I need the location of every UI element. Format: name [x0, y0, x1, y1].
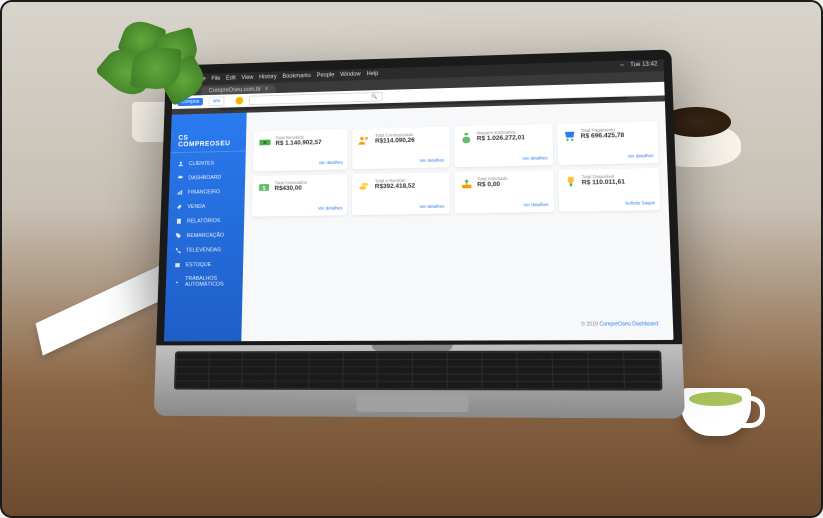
sidebar-item-remarcacao[interactable]: REMARCAÇÃO: [167, 228, 244, 244]
card-total-associados: $ Total Associados R$430,00 Ver detalhes: [252, 174, 348, 216]
sidebar-item-label: TRABALHOS AUTOMÁTICOS: [185, 276, 235, 288]
decorative-plant: [92, 12, 242, 152]
card-value: R$ 1.026.272,01: [477, 134, 525, 142]
gear-icon: [173, 279, 180, 286]
phone-icon: [175, 247, 182, 254]
sidebar-item-financeiro[interactable]: FINANCEIRO: [169, 184, 245, 200]
sidebar-item-dashboard[interactable]: DASHBOARD: [169, 170, 245, 186]
card-details-link[interactable]: Ver detalhes: [257, 205, 343, 211]
sidebar-item-relatorios[interactable]: RELATÓRIOS: [168, 213, 245, 229]
menubar-item[interactable]: View: [241, 75, 253, 81]
card-details-link[interactable]: Ver detalhes: [563, 153, 654, 160]
chart-icon: [176, 189, 183, 196]
moneybag-icon: [459, 131, 473, 145]
sidebar-item-label: REMARCAÇÃO: [186, 232, 224, 238]
search-icon: 🔍: [371, 93, 377, 99]
footer-copyright: © 2019: [581, 321, 598, 327]
card-total-pagamento: Total Pagamento R$ 696.425,78 Ver detalh…: [557, 121, 659, 165]
sidebar-item-label: DASHBOARD: [188, 174, 221, 180]
search-input[interactable]: 🔍: [248, 91, 382, 104]
sidebar-item-label: ESTOQUE: [185, 262, 211, 268]
sidebar-item-clientes[interactable]: CLIENTES: [170, 155, 246, 171]
card-details-link[interactable]: Ver detalhes: [459, 202, 548, 208]
coffee-cup: [681, 388, 751, 436]
card-total-disponivel: Total Disponível R$ 110.011,61 Solicite …: [558, 168, 660, 212]
sidebar-item-label: TELEVENDAS: [186, 247, 221, 253]
dashboard-grid: Total Recebido R$ 1.140.902,57 Ver detal…: [252, 121, 661, 216]
menubar-item[interactable]: Help: [366, 71, 378, 77]
main-content: Total Recebido R$ 1.140.902,57 Ver detal…: [241, 101, 673, 341]
box-icon: [174, 261, 181, 268]
laptop-base: [154, 344, 685, 418]
trophy-icon: [563, 175, 578, 189]
hammer-icon: [176, 203, 183, 210]
menubar-item[interactable]: Window: [340, 72, 361, 78]
menubar-item[interactable]: People: [317, 73, 335, 79]
sidebar-item-trabalhos[interactable]: TRABALHOS AUTOMÁTICOS: [166, 272, 243, 292]
money-icon: [258, 136, 272, 150]
cart-icon: [562, 128, 577, 142]
card-value: R$430,00: [275, 185, 307, 192]
sidebar-item-label: FINANCEIRO: [188, 189, 220, 195]
card-value: R$ 0,00: [477, 181, 508, 188]
sidebar-item-label: CLIENTES: [189, 160, 215, 166]
card-details-link[interactable]: Ver detalhes: [357, 204, 444, 210]
menubar-item[interactable]: History: [259, 74, 277, 80]
people-icon: [357, 133, 371, 147]
sidebar-item-label: VENDA: [187, 203, 205, 209]
card-request-link[interactable]: Solicite Saque: [564, 200, 655, 207]
app-footer: © 2019 CompreOseu Dashboard: [249, 317, 664, 333]
dollar-icon: $: [257, 181, 271, 195]
card-total-a-receber: Total a Receber R$392.418,52 Ver detalhe…: [352, 172, 449, 215]
card-value: R$ 110.011,61: [582, 179, 625, 187]
card-details-link[interactable]: Ver detalhes: [258, 160, 343, 167]
wifi-icon[interactable]: ⌔: [619, 63, 625, 71]
close-tab-icon[interactable]: ×: [265, 87, 268, 93]
card-details-link[interactable]: Ver detalhes: [357, 158, 444, 165]
clock[interactable]: Tue 13:42: [630, 62, 658, 71]
document-icon: [176, 218, 183, 225]
gauge-icon: [177, 175, 184, 182]
card-value: R$392.418,52: [375, 183, 415, 191]
tag-icon: [175, 232, 182, 239]
upload-icon: [459, 177, 473, 191]
card-value: R$ 1.140.902,57: [275, 139, 321, 147]
card-total-recebido: Total Recebido R$ 1.140.902,57 Ver detal…: [253, 129, 348, 171]
sidebar-item-televendas[interactable]: TELEVENDAS: [167, 242, 244, 258]
card-total-solicitado: Total Solicitado R$ 0,00 Ver detalhes: [454, 170, 554, 213]
coins-icon: [357, 179, 371, 193]
card-value: R$114.090,26: [375, 137, 415, 145]
users-icon: [177, 160, 184, 167]
sidebar-item-venda[interactable]: VENDA: [168, 198, 244, 214]
menubar-item[interactable]: Bookmarks: [282, 73, 311, 79]
sidebar-item-estoque[interactable]: ESTOQUE: [166, 257, 243, 273]
card-value: R$ 696.425,78: [581, 132, 625, 140]
card-total-comissionado: Total Comissionado R$114.090,26 Ver deta…: [352, 126, 449, 169]
card-margem-estimativa: Margem Estimativa R$ 1.026.272,01 Ver de…: [454, 124, 553, 167]
sidebar-item-label: RELATÓRIOS: [187, 218, 220, 224]
card-details-link[interactable]: Ver detalhes: [459, 155, 548, 162]
footer-link[interactable]: CompreOseu Dashboard: [599, 321, 658, 328]
